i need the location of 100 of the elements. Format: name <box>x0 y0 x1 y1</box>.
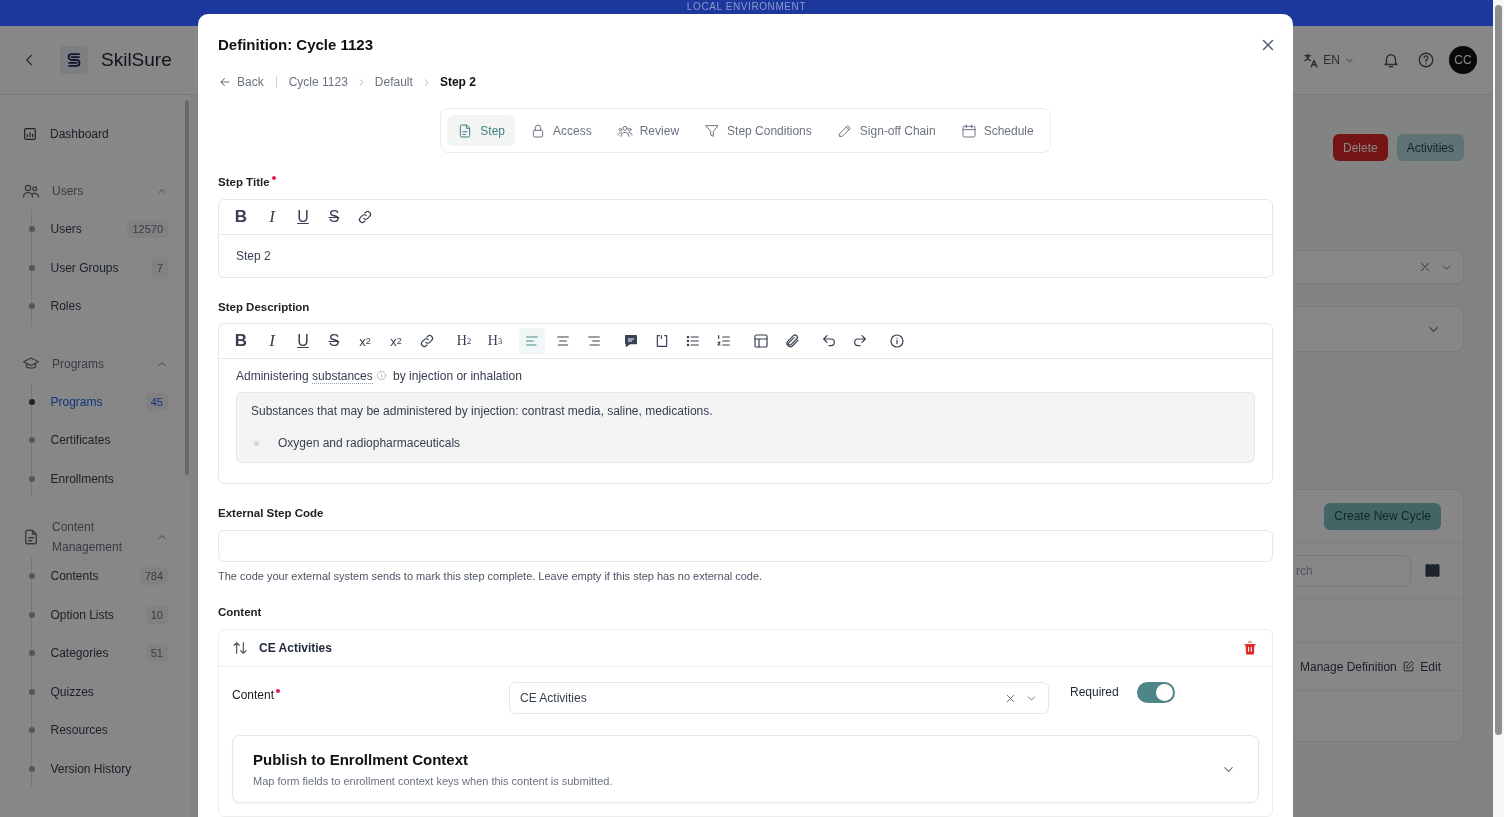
field-label: Content <box>232 688 275 702</box>
scrollbar[interactable] <box>1495 5 1502 735</box>
content-title: CE Activities <box>259 641 333 655</box>
tab[interactable]: Schedule <box>950 115 1044 146</box>
bell-icon <box>1382 51 1400 69</box>
dot-icon <box>28 398 35 405</box>
clear-icon[interactable] <box>1418 260 1432 274</box>
help-button[interactable] <box>1417 51 1435 69</box>
tab[interactable]: Step <box>447 115 515 146</box>
environment-label: LOCAL ENVIRONMENT <box>686 1 807 14</box>
field-label: External Step Code <box>218 506 324 520</box>
tab[interactable]: Review <box>606 115 690 146</box>
strikethrough-button[interactable]: S <box>321 204 347 230</box>
nav-group[interactable]: Content Management <box>0 517 190 557</box>
list-icon <box>685 333 701 349</box>
bullet-icon <box>254 440 259 446</box>
nav-item[interactable]: Programs 45 <box>32 382 190 421</box>
logo-icon <box>60 46 88 74</box>
field-label: Content <box>218 605 262 619</box>
required-icon <box>276 689 281 693</box>
users-icon <box>22 182 40 200</box>
align-center-icon <box>555 333 571 349</box>
delete-button[interactable]: Delete <box>1332 134 1388 161</box>
dot-icon <box>28 226 35 233</box>
tab[interactable]: Step Conditions <box>694 115 822 146</box>
dot-icon <box>28 650 35 657</box>
dot-icon <box>28 727 35 734</box>
notifications-button[interactable] <box>1382 51 1400 69</box>
nav-item[interactable]: Option Lists 10 <box>32 595 190 634</box>
nav-item[interactable]: Version History <box>32 749 190 788</box>
columns-button[interactable] <box>1424 562 1441 579</box>
bold-button[interactable]: B <box>228 328 254 354</box>
delete-button[interactable] <box>1242 640 1258 656</box>
nav-item[interactable]: Quizzes <box>32 672 190 711</box>
select-field[interactable] <box>1294 250 1464 284</box>
comment-icon <box>623 333 639 349</box>
help-icon <box>1417 51 1435 69</box>
toggle-switch[interactable] <box>1137 682 1175 703</box>
text-field[interactable] <box>218 530 1273 562</box>
translate-icon <box>1302 51 1320 69</box>
dot-icon <box>28 475 35 482</box>
redo-icon <box>852 333 868 349</box>
italic-button[interactable]: I <box>259 328 285 354</box>
count-badge: 45 <box>145 392 168 411</box>
avatar[interactable]: CC <box>1449 46 1477 74</box>
select-field[interactable]: CE Activities <box>509 682 1049 714</box>
bold-button[interactable]: B <box>228 204 254 230</box>
editor-text: Step 2 <box>235 248 272 265</box>
underline-button[interactable]: U <box>290 204 316 230</box>
bracket-icon <box>654 333 670 349</box>
help-text: The code your external system sends to mark this step complete. Leave empty if this step has no external code. <box>218 569 764 583</box>
breadcrumb-link[interactable]: Default <box>374 75 413 89</box>
count-badge: 10 <box>145 605 168 624</box>
glossary-term[interactable]: substances <box>312 369 373 384</box>
dot-icon <box>28 303 35 310</box>
nav-item[interactable]: Certificates <box>32 421 190 460</box>
sort-icon[interactable] <box>232 640 248 656</box>
italic-button[interactable]: I <box>259 204 285 230</box>
edit-button[interactable]: Edit <box>1402 659 1441 674</box>
action-button[interactable]: Activities <box>1396 134 1464 161</box>
superscript-button[interactable]: x$^{2}$ <box>383 328 409 354</box>
section-description: Map form fields to enrollment context keys when this content is submitted. <box>253 774 614 789</box>
columns-icon <box>1424 562 1441 579</box>
nav-item[interactable]: Categories 51 <box>32 634 190 673</box>
nav-item[interactable]: Contents 784 <box>32 557 190 596</box>
note-text: Substances that may be administered by injection: contrast media, saline, medications. <box>251 403 714 420</box>
nav-item[interactable]: User Groups 7 <box>32 248 190 287</box>
undo-icon <box>821 333 837 349</box>
tab[interactable]: Access <box>520 115 602 146</box>
language-selector[interactable]: EN <box>1302 51 1355 69</box>
table-icon <box>753 333 769 349</box>
dot-icon <box>28 765 35 772</box>
nav-item[interactable]: Roles <box>32 287 190 326</box>
field-label: Step Description <box>218 300 310 314</box>
align-left-icon <box>524 333 540 349</box>
arrow-icon <box>218 75 232 89</box>
nav-item[interactable]: Enrollments <box>32 459 190 498</box>
underline-button[interactable]: U <box>290 328 316 354</box>
nav-item[interactable]: Resources <box>32 711 190 750</box>
count-badge: 7 <box>151 258 168 277</box>
dot-icon <box>28 437 35 444</box>
funnel-icon <box>704 122 721 139</box>
dot-icon <box>28 688 35 695</box>
dot-icon <box>28 573 35 580</box>
link-icon <box>357 209 373 225</box>
dot-icon <box>28 611 35 618</box>
required-icon <box>271 176 276 180</box>
numbered-list-icon <box>716 333 732 349</box>
strikethrough-button[interactable]: S <box>321 328 347 354</box>
tab[interactable]: Sign-off Chain <box>826 115 946 146</box>
back-link[interactable]: Back <box>218 75 264 89</box>
field-label: Step Title <box>218 175 270 189</box>
count-badge: 51 <box>145 644 168 663</box>
section-title: Publish to Enrollment Context <box>253 750 469 770</box>
dialog-title: Definition: Cycle 1123 <box>218 36 374 54</box>
link-icon <box>419 333 435 349</box>
paperclip-icon <box>784 333 800 349</box>
text-link[interactable]: Manage Definition <box>1300 659 1397 674</box>
nav-item[interactable]: Users 12570 <box>32 210 190 249</box>
breadcrumb-link[interactable]: Cycle 1123 <box>288 75 348 89</box>
